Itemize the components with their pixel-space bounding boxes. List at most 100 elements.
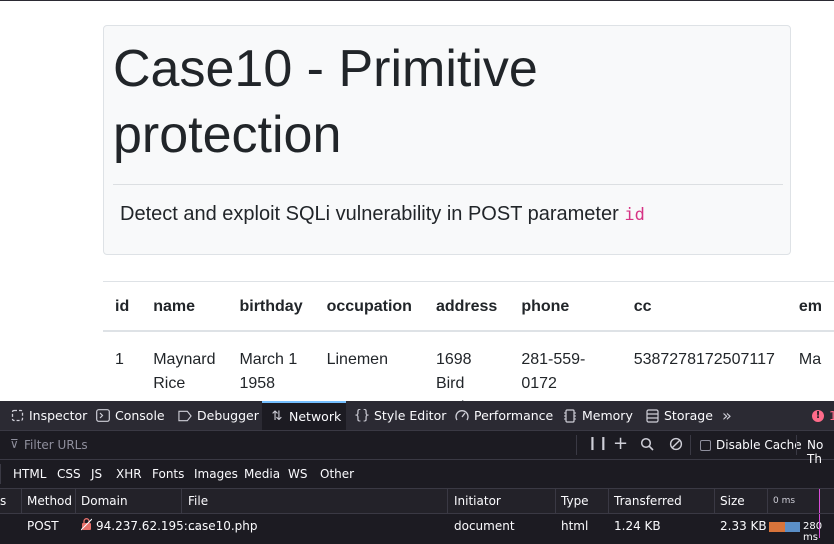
column-divider	[767, 489, 768, 513]
request-size: 2.33 KB	[720, 519, 767, 533]
tab-memory[interactable]: Memory	[563, 401, 633, 430]
cell-name: Maynard Rice	[153, 351, 216, 392]
col-cc: cc	[621, 281, 787, 332]
request-transferred: 1.24 KB	[614, 519, 661, 533]
clear-icon[interactable]	[669, 437, 683, 454]
more-tabs-chevron-icon[interactable]: »	[722, 401, 732, 430]
col-type[interactable]: Type	[561, 494, 589, 508]
col-file[interactable]: File	[188, 494, 208, 508]
users-table-container: id name birthday occupation address phon…	[103, 281, 834, 403]
cell-cc: 5387278172507117	[633, 351, 775, 368]
col-transferred[interactable]: Transferred	[614, 494, 682, 508]
devtools-panel: Inspector Console Debugger ⇅ Network {} …	[0, 401, 834, 544]
toolbar-divider	[690, 435, 691, 455]
toolbar-divider	[576, 435, 577, 455]
cell-address: 1698 Bird Spring	[435, 351, 482, 403]
memory-icon	[563, 408, 577, 423]
divider	[113, 184, 783, 185]
col-size[interactable]: Size	[720, 494, 745, 508]
timeline-marker	[819, 489, 820, 513]
network-icon: ⇅	[271, 409, 283, 424]
toolbar-divider	[0, 464, 1, 484]
tab-network[interactable]: ⇅ Network	[262, 401, 346, 430]
filter-urls-input[interactable]: Filter URLs	[24, 438, 88, 452]
debugger-icon	[178, 409, 192, 423]
table-row[interactable]: POST 94.237.62.195:... case10.php docume…	[0, 514, 834, 543]
waterfall-bar-receive	[785, 522, 800, 532]
filter-images[interactable]: Images	[194, 467, 238, 481]
request-column-headers: s Method Domain File Initiator Type Tran…	[0, 489, 834, 514]
lead-description: Detect and exploit SQLi vulnerability in…	[120, 203, 619, 225]
cell-birthday: March 1 1958	[239, 351, 298, 392]
case-jumbotron: Case10 - Primitive protection Detect and…	[103, 25, 791, 255]
tab-network-label: Network	[289, 409, 342, 424]
add-icon[interactable]: +	[613, 433, 628, 454]
col-birthday: birthday	[227, 281, 315, 332]
tab-inspector-label: Inspector	[29, 408, 88, 423]
search-icon[interactable]	[640, 437, 654, 454]
tab-memory-label: Memory	[582, 408, 633, 423]
filter-fonts[interactable]: Fonts	[152, 467, 184, 481]
error-indicator[interactable]: ! 1	[812, 401, 834, 430]
lead-text: Detect and exploit SQLi vulnerability in…	[120, 203, 645, 226]
tab-debugger[interactable]: Debugger	[178, 401, 259, 430]
tab-console-label: Console	[115, 408, 165, 423]
request-method: POST	[27, 519, 59, 533]
col-status[interactable]: s	[0, 494, 6, 508]
column-divider	[555, 489, 556, 513]
tab-debugger-label: Debugger	[197, 408, 259, 423]
storage-icon	[645, 408, 659, 423]
style-editor-icon: {}	[353, 408, 371, 423]
filter-other[interactable]: Other	[320, 467, 354, 481]
cell-occupation: Linemen	[326, 351, 388, 368]
error-icon: !	[812, 409, 824, 422]
toolbar-divider	[796, 435, 797, 455]
gauge-icon	[455, 409, 469, 423]
tab-style-editor-label: Style Editor	[374, 408, 447, 423]
column-divider	[714, 489, 715, 513]
network-filter-bar: ⊽ Filter URLs ❙❙ + Disable Cache No Th	[0, 431, 834, 466]
col-email: em	[786, 281, 834, 332]
window-top-border	[0, 0, 834, 1]
tab-storage-label: Storage	[664, 408, 713, 423]
disable-cache-checkbox[interactable]	[700, 440, 711, 451]
tab-inspector[interactable]: Inspector	[10, 401, 87, 430]
tab-console[interactable]: Console	[96, 401, 165, 430]
col-name: name	[141, 281, 228, 332]
inspector-icon	[10, 409, 24, 423]
filter-html[interactable]: HTML	[13, 467, 46, 481]
column-divider	[21, 489, 22, 513]
request-initiator: document	[454, 519, 515, 533]
request-type-filters: HTML CSS JS XHR Fonts Images Media WS Ot…	[0, 460, 834, 489]
filter-css[interactable]: CSS	[57, 467, 81, 481]
cell-id: 1	[115, 351, 124, 368]
col-waterfall[interactable]: 0 ms	[773, 496, 795, 506]
col-address: address	[423, 281, 510, 332]
tab-style-editor[interactable]: {} Style Editor	[353, 401, 447, 430]
column-divider	[447, 489, 448, 513]
tab-storage[interactable]: Storage	[645, 401, 713, 430]
tab-performance[interactable]: Performance	[455, 401, 553, 430]
col-id: id	[103, 281, 142, 332]
col-phone: phone	[509, 281, 622, 332]
filter-js[interactable]: JS	[91, 467, 102, 481]
insecure-lock-icon	[80, 518, 93, 534]
col-method[interactable]: Method	[27, 494, 72, 508]
column-divider	[181, 489, 182, 513]
col-domain[interactable]: Domain	[81, 494, 128, 508]
users-table: id name birthday occupation address phon…	[103, 281, 834, 403]
filter-xhr[interactable]: XHR	[116, 467, 142, 481]
error-count: 1	[829, 408, 834, 423]
request-domain: 94.237.62.195:...	[96, 519, 200, 533]
filter-icon: ⊽	[10, 437, 19, 451]
filter-media[interactable]: Media	[244, 467, 280, 481]
timeline-marker	[819, 514, 820, 538]
devtools-toolbar: Inspector Console Debugger ⇅ Network {} …	[0, 401, 834, 431]
page-title: Case10 - Primitive protection	[113, 40, 538, 164]
filter-ws[interactable]: WS	[288, 467, 307, 481]
table-header-row: id name birthday occupation address phon…	[103, 281, 834, 332]
disable-cache-label: Disable Cache	[716, 438, 802, 452]
pause-icon[interactable]: ❙❙	[587, 436, 609, 451]
col-occupation: occupation	[314, 281, 424, 332]
col-initiator[interactable]: Initiator	[454, 494, 501, 508]
